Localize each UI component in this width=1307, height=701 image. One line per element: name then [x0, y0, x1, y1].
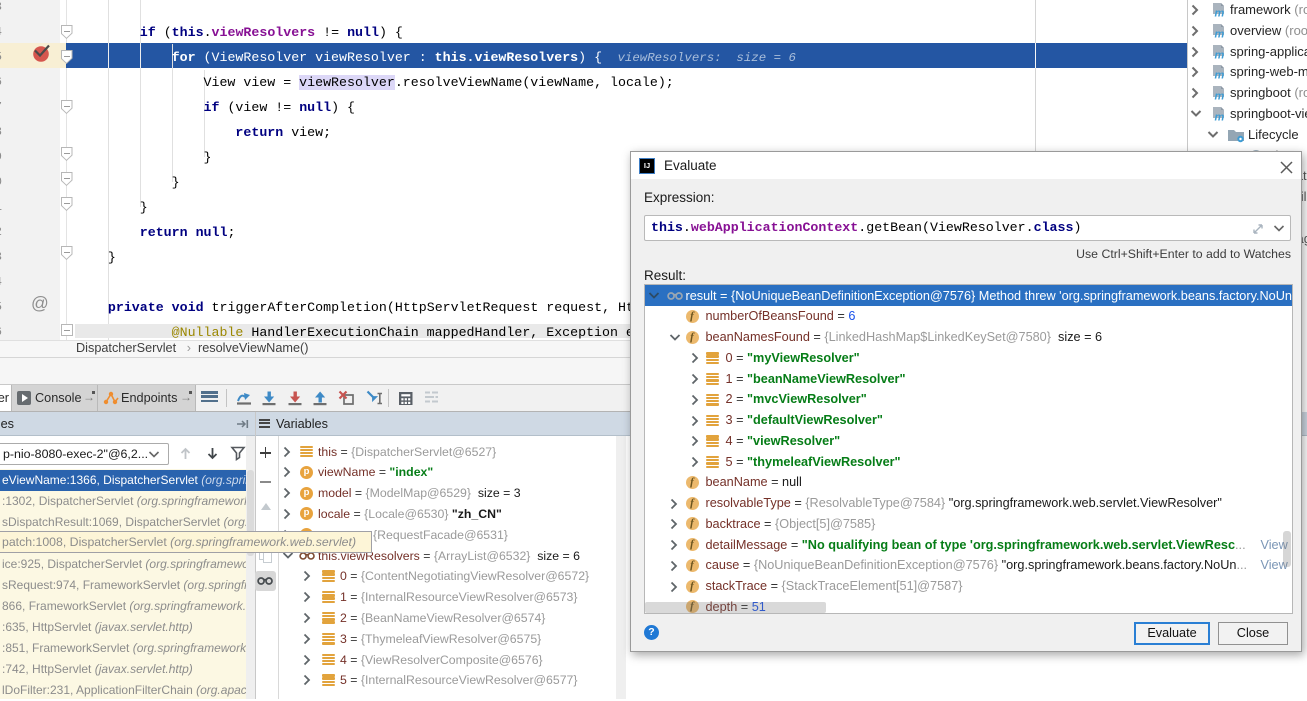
svg-text:m: m [1214, 28, 1224, 39]
svg-text:m: m [1214, 91, 1224, 102]
svg-text:m: m [1214, 49, 1224, 60]
svg-text:m: m [1214, 8, 1224, 19]
svg-text:m: m [1214, 112, 1224, 123]
svg-text:m: m [1214, 70, 1224, 81]
